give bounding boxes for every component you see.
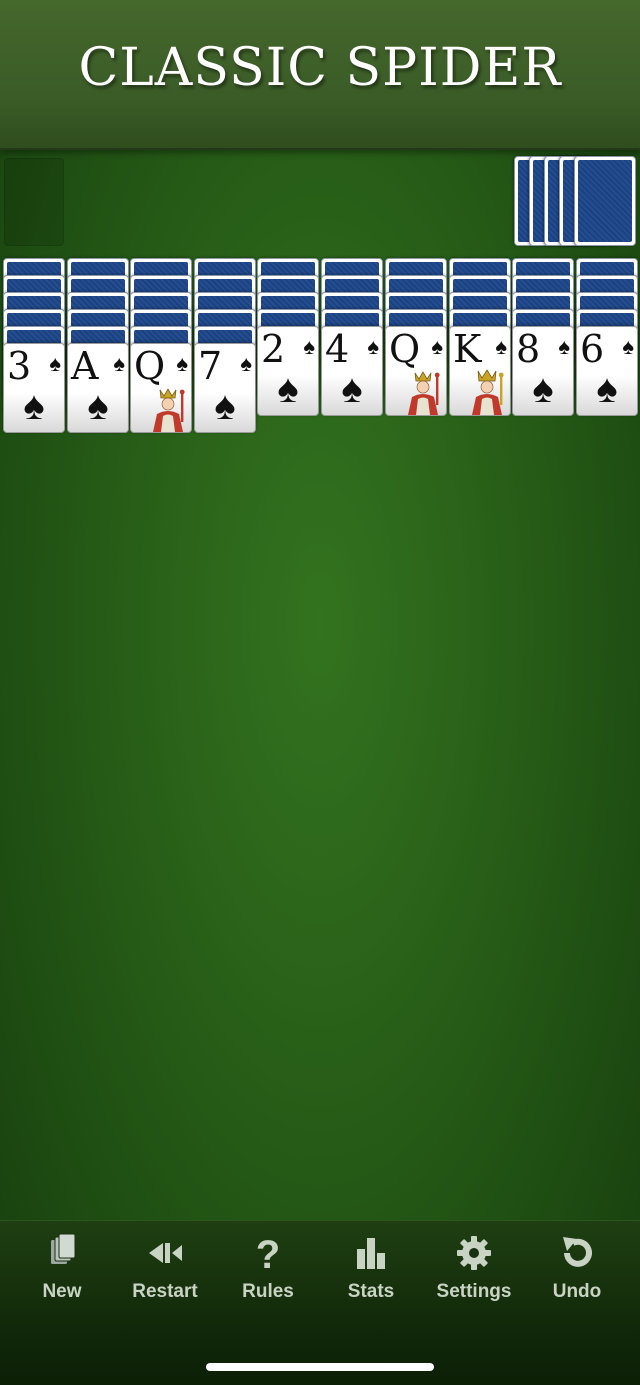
tableau-column[interactable]: 4 ♠ ♠: [321, 258, 383, 448]
stock-card-back[interactable]: [574, 156, 636, 246]
queen-portrait-icon: [400, 367, 446, 415]
card-rank: 7: [198, 344, 222, 388]
spade-pip-icon: ♠: [596, 367, 618, 411]
face-up-card[interactable]: 8 ♠ ♠: [512, 326, 574, 416]
undo-label: Undo: [552, 1281, 602, 1302]
svg-text:?: ?: [256, 1233, 280, 1273]
card-rank: K: [453, 327, 481, 371]
home-indicator[interactable]: [206, 1363, 434, 1371]
foundation-slot: [4, 158, 64, 246]
face-up-card[interactable]: 2 ♠ ♠: [257, 326, 319, 416]
spade-suit-icon: ♠: [113, 351, 125, 376]
face-up-card[interactable]: 6 ♠ ♠: [576, 326, 638, 416]
card-rank: 2: [261, 327, 285, 371]
settings-button[interactable]: Settings: [424, 1233, 524, 1313]
spade-pip-icon: ♠: [277, 367, 299, 411]
tableau-column[interactable]: 2 ♠ ♠: [257, 258, 319, 448]
stats-icon: [357, 1238, 385, 1269]
help-icon: ?: [256, 1233, 280, 1273]
face-up-card[interactable]: 7 ♠ ♠: [194, 343, 256, 433]
king-portrait-icon: [464, 367, 510, 415]
stock-pile[interactable]: [514, 156, 638, 248]
spade-suit-icon: ♠: [495, 334, 507, 359]
game-title: CLASSIC SPIDER: [78, 38, 562, 98]
tableau-column[interactable]: 3 ♠ ♠: [3, 258, 65, 448]
restart-button[interactable]: Restart: [115, 1233, 215, 1313]
spade-suit-icon: ♠: [622, 334, 634, 359]
tableau-column[interactable]: 6 ♠ ♠: [576, 258, 638, 448]
undo-button[interactable]: Undo: [527, 1233, 627, 1313]
settings-label: Settings: [436, 1281, 512, 1302]
face-up-card[interactable]: K ♠: [449, 326, 511, 416]
tableau-column[interactable]: Q ♠: [385, 258, 447, 448]
tableau-column[interactable]: 7 ♠ ♠: [194, 258, 256, 448]
spade-suit-icon: ♠: [240, 351, 252, 376]
bottom-toolbar: New Restart ? Rules Stats Settings Undo: [0, 1220, 640, 1385]
rules-button[interactable]: ? Rules: [218, 1233, 318, 1313]
tableau-column[interactable]: 8 ♠ ♠: [512, 258, 574, 448]
face-up-card[interactable]: Q ♠: [385, 326, 447, 416]
card-rank: 4: [325, 327, 349, 371]
tableau-column[interactable]: A ♠ ♠: [67, 258, 129, 448]
spade-suit-icon: ♠: [303, 334, 315, 359]
tableau-column[interactable]: K ♠: [449, 258, 511, 448]
spade-suit-icon: ♠: [367, 334, 379, 359]
spade-suit-icon: ♠: [431, 334, 443, 359]
new-game-button[interactable]: New: [12, 1233, 112, 1313]
spade-pip-icon: ♠: [532, 367, 554, 411]
card-rank: Q: [389, 327, 420, 371]
card-rank: 3: [7, 344, 31, 388]
new-game-label: New: [42, 1281, 82, 1302]
rules-label: Rules: [242, 1281, 294, 1302]
queen-portrait-icon: [145, 384, 191, 432]
stats-button[interactable]: Stats: [321, 1233, 421, 1313]
spade-suit-icon: ♠: [49, 351, 61, 376]
card-rank: 6: [580, 327, 604, 371]
spade-pip-icon: ♠: [23, 384, 45, 428]
new-game-icon: [51, 1233, 76, 1264]
face-up-card[interactable]: A ♠ ♠: [67, 343, 129, 433]
gear-icon: [457, 1236, 491, 1270]
restart-label: Restart: [132, 1281, 198, 1302]
spade-suit-icon: ♠: [176, 351, 188, 376]
card-rank: Q: [134, 344, 165, 388]
card-rank: 8: [516, 327, 540, 371]
spade-pip-icon: ♠: [214, 384, 236, 428]
spade-suit-icon: ♠: [558, 334, 570, 359]
face-up-card[interactable]: Q ♠: [130, 343, 192, 433]
undo-icon: [563, 1237, 592, 1267]
card-rank: A: [71, 344, 98, 388]
tableau: 3 ♠ ♠ A ♠ ♠ Q ♠ 7 ♠ ♠ 2 ♠ ♠ 4 ♠ ♠ Q ♠ K ♠ 8 ♠ ♠ 6 ♠ ♠: [0, 258, 640, 458]
spade-pip-icon: ♠: [341, 367, 363, 411]
face-up-card[interactable]: 4 ♠ ♠: [321, 326, 383, 416]
stats-label: Stats: [347, 1281, 395, 1302]
header-bar: CLASSIC SPIDER: [0, 0, 640, 150]
spade-pip-icon: ♠: [87, 384, 109, 428]
tableau-column[interactable]: Q ♠: [130, 258, 192, 448]
face-up-card[interactable]: 3 ♠ ♠: [3, 343, 65, 433]
restart-icon: [149, 1243, 182, 1263]
